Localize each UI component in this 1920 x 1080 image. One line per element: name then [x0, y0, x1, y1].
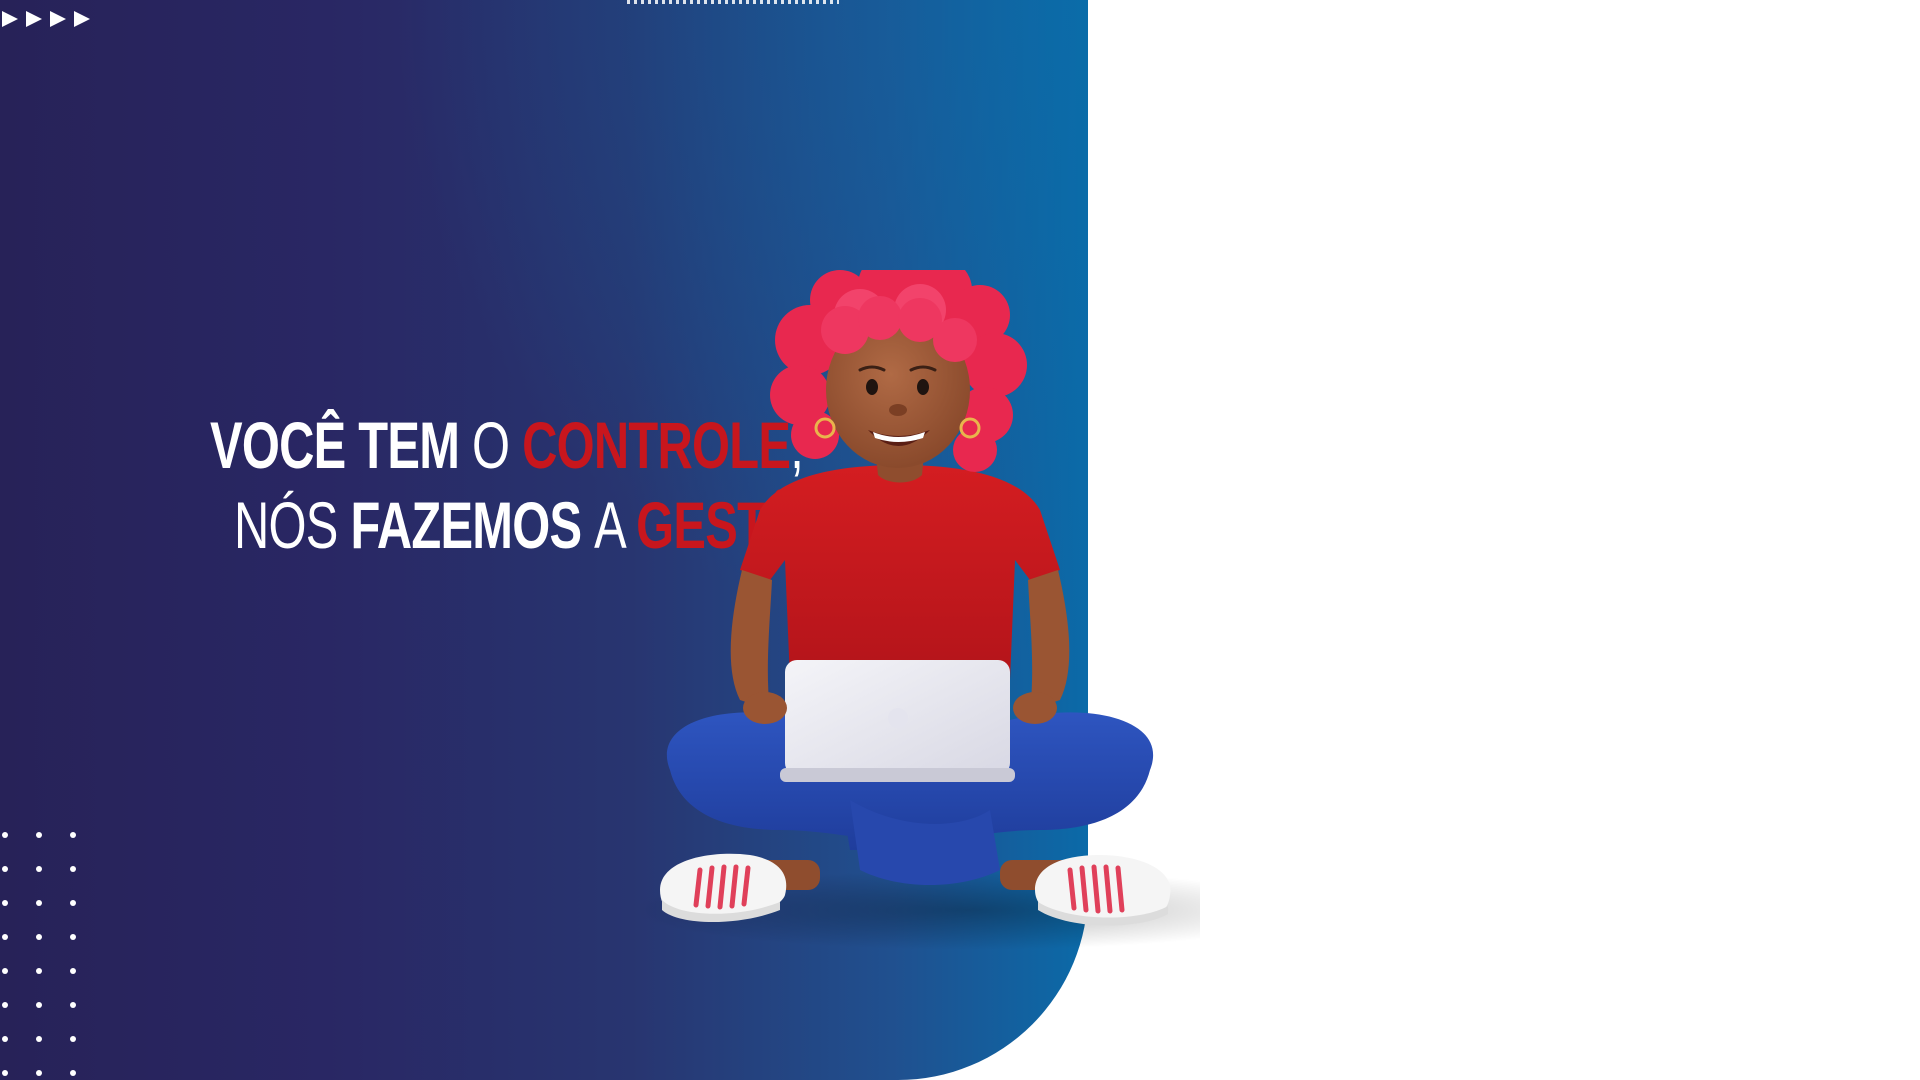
- dot-decoration: [2, 1036, 8, 1042]
- dot-decoration: [36, 968, 42, 974]
- dot-decoration: [70, 968, 76, 974]
- dot-decoration: [70, 832, 76, 838]
- right-hand: [1013, 692, 1057, 724]
- dot-decoration: [36, 832, 42, 838]
- right-shoe: [1035, 855, 1171, 926]
- dot-decoration: [70, 1036, 76, 1042]
- headline-text: VOCÊ TEM: [210, 408, 472, 482]
- dot-decoration: [2, 1070, 8, 1076]
- dot-decoration: [2, 866, 8, 872]
- headline-text: FAZEMOS: [350, 488, 595, 562]
- right-eye: [917, 379, 929, 395]
- play-arrow-icon: [26, 11, 42, 27]
- play-arrow-icon: [2, 11, 18, 27]
- dot-decoration: [2, 934, 8, 940]
- nose: [889, 404, 907, 416]
- dot-grid-decoration: [2, 832, 82, 1080]
- dot-decoration: [70, 866, 76, 872]
- dot-decoration: [36, 866, 42, 872]
- dot-decoration: [70, 900, 76, 906]
- dot-decoration: [36, 1036, 42, 1042]
- dot-decoration: [2, 832, 8, 838]
- left-arm: [730, 570, 772, 710]
- person-illustration-svg: [640, 270, 1200, 950]
- left-eye: [866, 379, 878, 395]
- laptop: [780, 660, 1015, 782]
- arrow-row: [2, 11, 90, 27]
- red-shirt: [740, 465, 1060, 680]
- headline-text: NÓS: [234, 488, 351, 562]
- dot-decoration: [2, 1002, 8, 1008]
- dot-decoration: [70, 1002, 76, 1008]
- dot-decoration: [2, 900, 8, 906]
- right-arm: [1028, 570, 1070, 710]
- headline-text: O: [471, 408, 523, 482]
- play-arrow-icon: [50, 11, 66, 27]
- person-with-laptop-illustration: [640, 270, 1200, 950]
- dot-decoration: [36, 1070, 42, 1076]
- dot-decoration: [36, 934, 42, 940]
- dashed-line-decoration: [627, 0, 839, 4]
- left-shoe: [660, 853, 787, 922]
- dot-decoration: [36, 900, 42, 906]
- dot-decoration: [2, 968, 8, 974]
- headline-text: A: [594, 488, 637, 562]
- left-hand: [743, 692, 787, 724]
- hero-banner: VOCÊ TEM O CONTROLE, NÓS FAZEMOS A GESTÃ…: [0, 0, 1920, 1080]
- dot-decoration: [70, 1070, 76, 1076]
- dot-decoration: [36, 1002, 42, 1008]
- play-arrow-icon: [74, 11, 90, 27]
- dot-decoration: [70, 934, 76, 940]
